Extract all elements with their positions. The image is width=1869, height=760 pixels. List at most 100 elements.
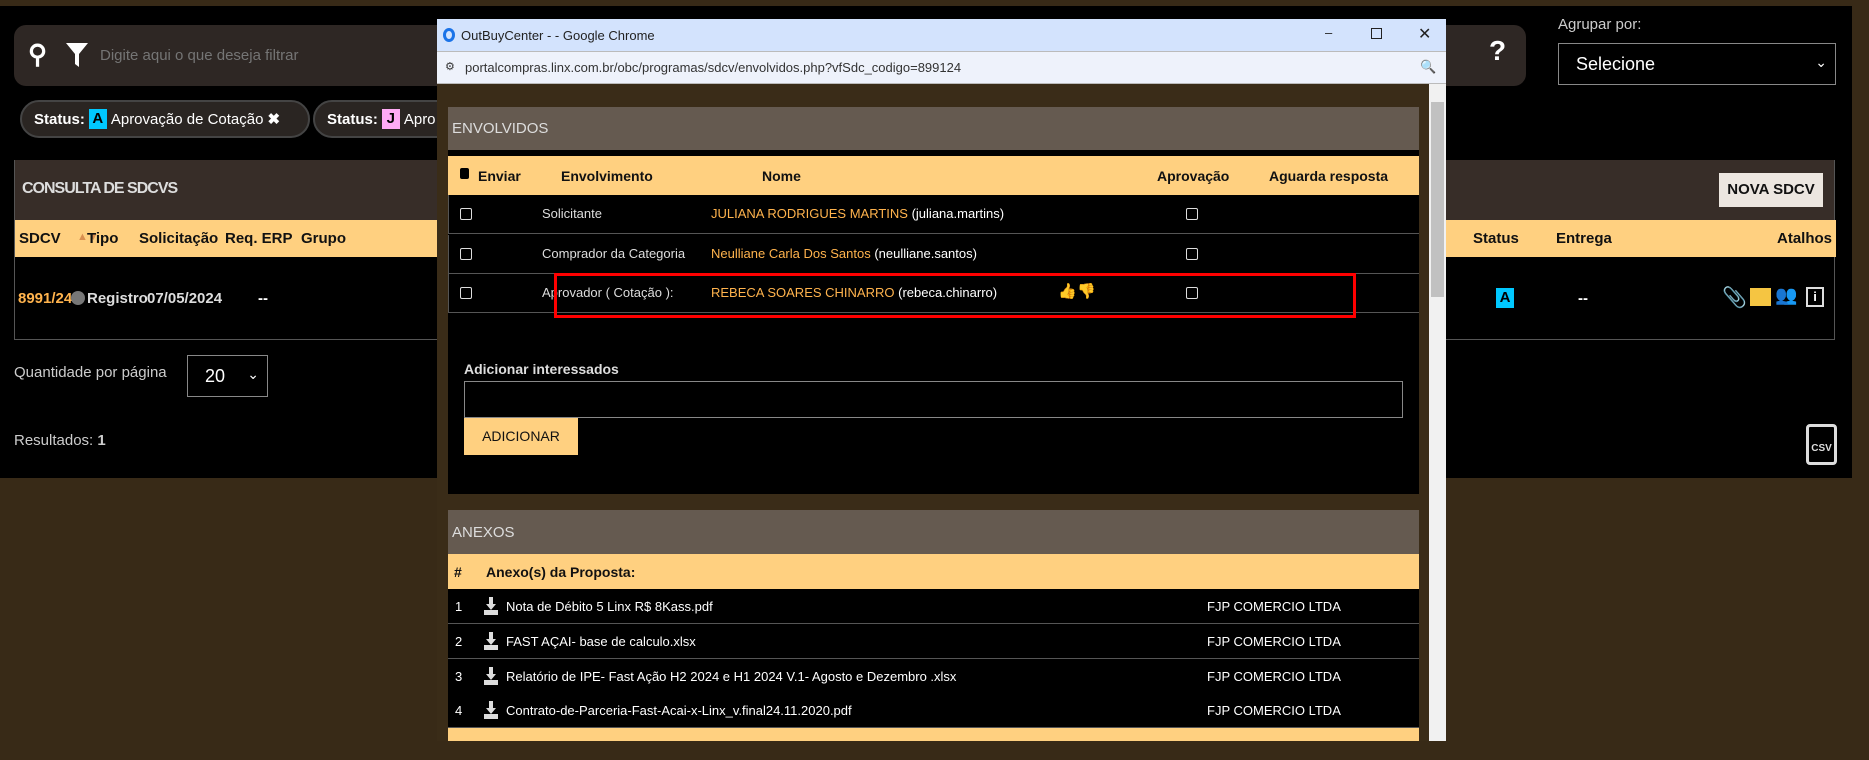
- col-number: #: [454, 564, 462, 580]
- anexo-row: 3 Relatório de IPE- Fast Ação H2 2024 e …: [448, 658, 1419, 694]
- nome: Neulliane Carla Dos Santos: [711, 245, 871, 261]
- popup-window: OutBuyCenter - - Google Chrome – ✕ ⚙ por…: [437, 19, 1446, 741]
- anexo-file[interactable]: Contrato-de-Parceria-Fast-Acai-x-Linx_v.…: [506, 703, 852, 718]
- envolvido-row: Solicitante JULIANA RODRIGUES MARTINS (j…: [448, 195, 1419, 234]
- anexo-row: 2 FAST AÇAI- base de calculo.xlsx FJP CO…: [448, 623, 1419, 659]
- chip-text: Aprovação de Cotação: [110, 110, 264, 128]
- add-button[interactable]: ADICIONAR: [464, 418, 578, 455]
- col-solicitacao[interactable]: Solicitação: [139, 230, 218, 247]
- login: (neulliane.santos): [874, 245, 977, 261]
- results-count: Resultados: 1: [14, 432, 106, 449]
- col-aguarda: Aguarda resposta: [1269, 168, 1389, 184]
- chip-text: Apro: [403, 110, 436, 128]
- results-value: 1: [97, 432, 106, 449]
- window-title: OutBuyCenter - - Google Chrome: [461, 27, 655, 43]
- chip-label: Status:: [34, 110, 85, 128]
- envolvidos-table-header: Enviar Envolvimento Nome Aprovação Aguar…: [448, 156, 1419, 195]
- select-all-checkbox[interactable]: [460, 168, 469, 179]
- anexos-header: ANEXOS: [448, 510, 1419, 554]
- aguarda-checkbox[interactable]: [1186, 247, 1198, 260]
- per-page-select[interactable]: 20 ⌄: [187, 355, 268, 397]
- tipo: Registro: [87, 290, 148, 307]
- scrollbar-thumb[interactable]: [1431, 102, 1444, 297]
- highlight-box: [554, 273, 1356, 318]
- col-sdcv[interactable]: SDCV: [19, 230, 61, 247]
- anexos-next-header: [448, 728, 1419, 741]
- close-button[interactable]: ✕: [1418, 24, 1431, 44]
- solicitacao: 07/05/2024: [147, 290, 223, 307]
- anexo-number: 3: [455, 668, 463, 684]
- anexo-file[interactable]: Nota de Débito 5 Linx R$ 8Kass.pdf: [506, 599, 713, 614]
- help-icon[interactable]: ?: [1489, 35, 1506, 67]
- login: (juliana.martins): [911, 206, 1005, 221]
- sdcv-link[interactable]: 8991/24: [18, 290, 72, 307]
- status-badge: A: [88, 109, 107, 129]
- col-entrega[interactable]: Entrega: [1556, 230, 1612, 247]
- window-title-bar: OutBuyCenter - - Google Chrome – ✕: [437, 19, 1446, 51]
- minimize-button[interactable]: –: [1325, 25, 1332, 40]
- search-icon[interactable]: ⚲: [28, 39, 47, 70]
- entrega: --: [1578, 290, 1588, 307]
- chrome-icon: [443, 28, 455, 42]
- download-icon[interactable]: [484, 597, 498, 615]
- enviar-checkbox[interactable]: [460, 287, 472, 299]
- download-icon[interactable]: [484, 701, 498, 720]
- download-icon[interactable]: [484, 631, 498, 650]
- panel-title: CONSULTA DE SDCVS: [22, 180, 178, 197]
- results-label: Resultados:: [14, 432, 94, 449]
- address-bar[interactable]: ⚙ portalcompras.linx.com.br/obc/programa…: [437, 51, 1446, 84]
- col-req-erp[interactable]: Req. ERP: [225, 230, 293, 247]
- anexo-number: 2: [455, 633, 463, 649]
- anexo-number: 1: [455, 599, 463, 614]
- col-grupo[interactable]: Grupo: [301, 230, 346, 247]
- users-icon[interactable]: 👥: [1775, 285, 1797, 306]
- enviar-checkbox[interactable]: [460, 247, 472, 260]
- anexo-file[interactable]: FAST AÇAI- base de calculo.xlsx: [506, 634, 696, 649]
- csv-export-icon[interactable]: CSV: [1806, 424, 1837, 465]
- add-label: Adicionar interessados: [464, 361, 619, 377]
- col-enviar: Enviar: [478, 168, 521, 184]
- filter-chip[interactable]: Status: A Aprovação de Cotação ✖: [20, 100, 310, 138]
- section-title: ENVOLVIDOS: [452, 120, 549, 137]
- anexo-number: 4: [455, 703, 463, 719]
- aguarda-checkbox[interactable]: [1186, 208, 1198, 220]
- group-by-select[interactable]: Selecione ⌄: [1558, 43, 1836, 85]
- enviar-checkbox[interactable]: [460, 208, 472, 220]
- anexo-row: 4 Contrato-de-Parceria-Fast-Acai-x-Linx_…: [448, 693, 1419, 729]
- col-atalhos: Atalhos: [1777, 230, 1833, 247]
- scrollbar[interactable]: [1429, 84, 1446, 741]
- anexo-company: FJP COMERCIO LTDA: [1207, 599, 1341, 614]
- envolvimento: Solicitante: [542, 206, 602, 221]
- col-aprovacao: Aprovação: [1157, 168, 1230, 184]
- anexo-company: FJP COMERCIO LTDA: [1207, 703, 1341, 719]
- maximize-button[interactable]: [1371, 28, 1382, 39]
- close-icon[interactable]: ✖: [267, 110, 280, 128]
- col-tipo[interactable]: Tipo: [87, 230, 118, 247]
- chevron-down-icon: ⌄: [247, 366, 259, 382]
- info-icon[interactable]: i: [1806, 287, 1824, 307]
- anexo-company: FJP COMERCIO LTDA: [1207, 633, 1341, 649]
- envolvidos-header: ENVOLVIDOS: [448, 107, 1419, 150]
- new-sdcv-button[interactable]: NOVA SDCV: [1719, 173, 1823, 207]
- col-nome: Nome: [762, 168, 801, 184]
- status-badge: A: [1496, 288, 1514, 308]
- add-input[interactable]: [464, 381, 1403, 418]
- per-page-value: 20: [205, 366, 226, 386]
- site-settings-icon[interactable]: ⚙: [445, 60, 455, 73]
- nome: JULIANA RODRIGUES MARTINS: [711, 206, 908, 221]
- per-page-label: Quantidade por página: [14, 364, 167, 381]
- archive-icon[interactable]: [1750, 288, 1771, 306]
- anexo-row: 1 Nota de Débito 5 Linx R$ 8Kass.pdf FJP…: [448, 589, 1419, 624]
- section-title: ANEXOS: [452, 523, 515, 541]
- download-icon[interactable]: [484, 666, 498, 685]
- status-badge: J: [381, 109, 400, 129]
- anexo-file[interactable]: Relatório de IPE- Fast Ação H2 2024 e H1…: [506, 669, 956, 684]
- chip-label: Status:: [327, 110, 378, 128]
- paperclip-icon[interactable]: 📎: [1722, 285, 1747, 310]
- col-anexo: Anexo(s) da Proposta:: [486, 564, 636, 580]
- url[interactable]: portalcompras.linx.com.br/obc/programas/…: [465, 60, 961, 75]
- status-dot: [71, 291, 85, 305]
- filter-icon[interactable]: [66, 43, 88, 67]
- zoom-icon[interactable]: 🔍: [1420, 59, 1436, 75]
- col-status[interactable]: Status: [1473, 230, 1519, 247]
